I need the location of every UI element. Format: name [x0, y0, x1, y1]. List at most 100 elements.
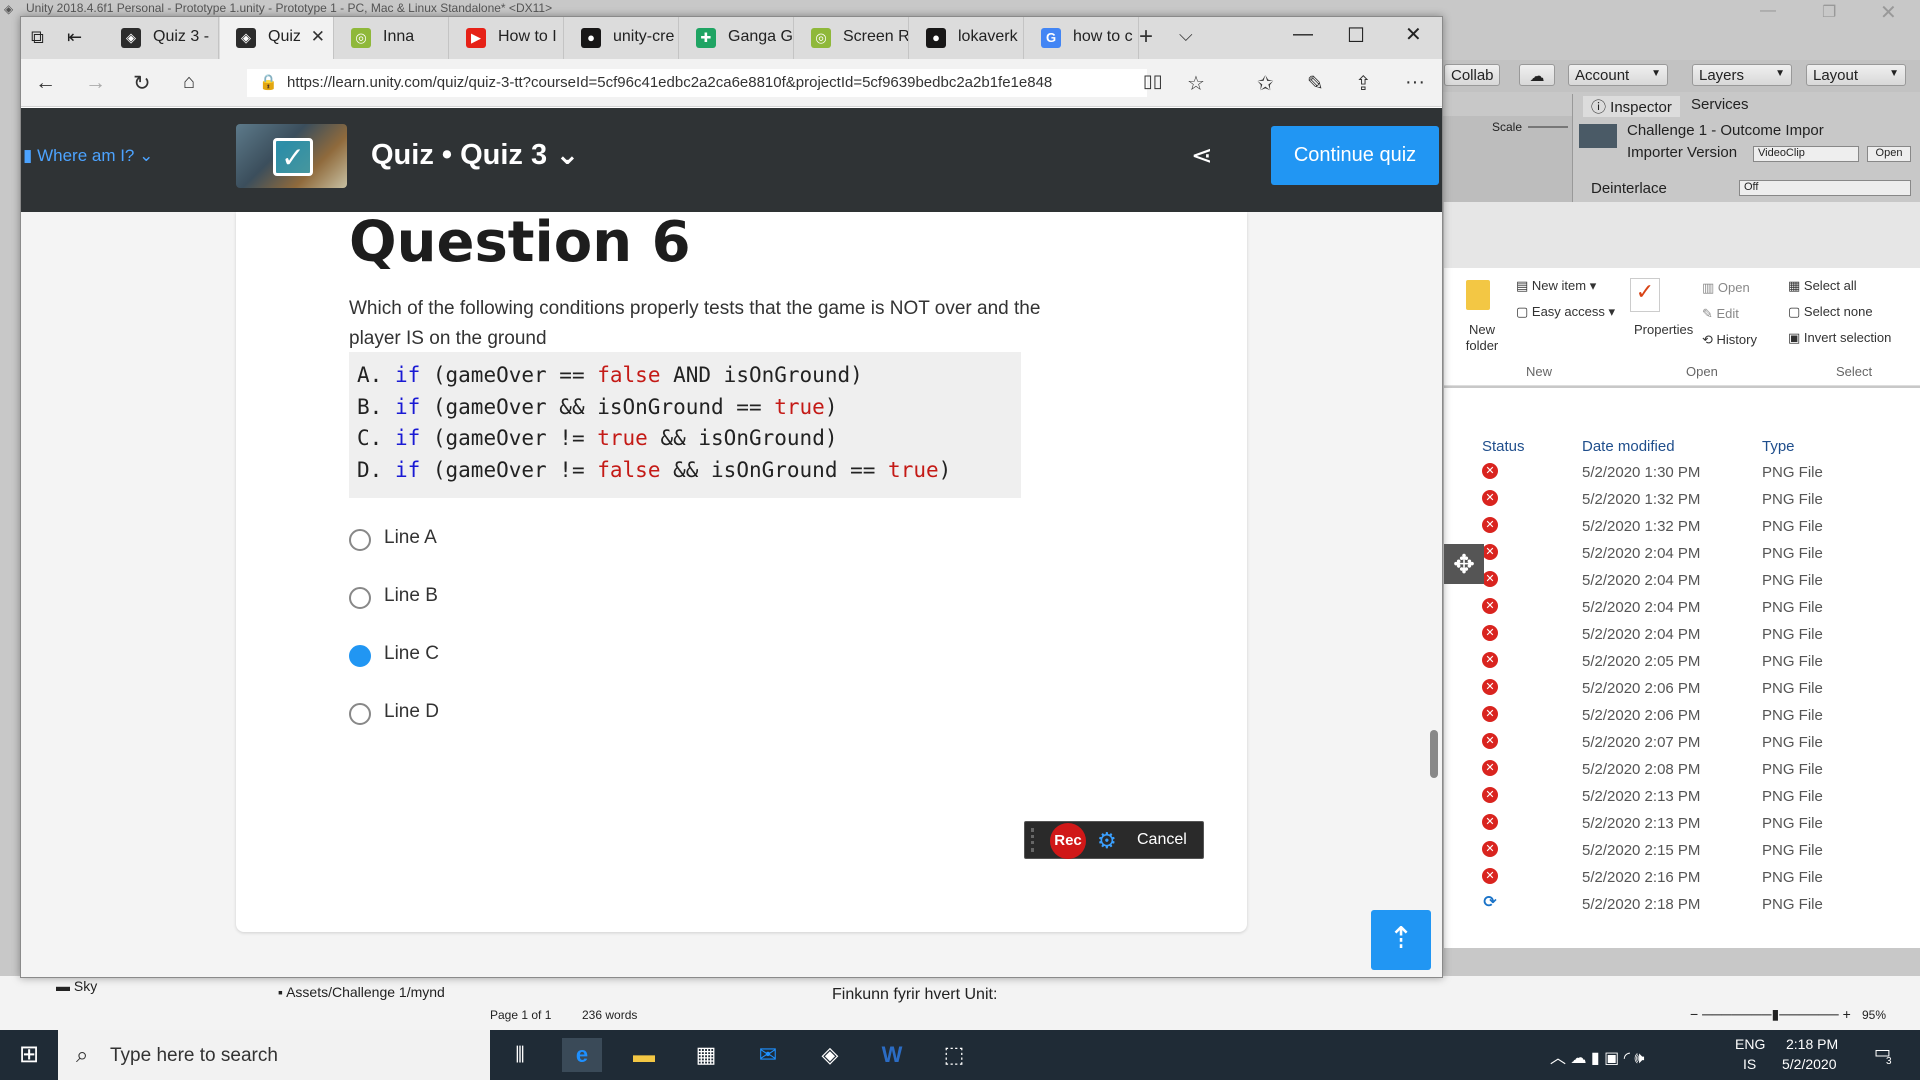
- word-word-count[interactable]: 236 words: [582, 1008, 637, 1022]
- radio-button[interactable]: [349, 645, 371, 667]
- column-type[interactable]: Type: [1762, 438, 1795, 455]
- snip-taskbar-icon[interactable]: ⬚: [934, 1038, 974, 1072]
- new-item-button[interactable]: ▤ New item ▾: [1516, 278, 1596, 294]
- properties-button[interactable]: Properties: [1634, 322, 1693, 337]
- file-row[interactable]: ✕ 5/2/2020 1:30 PM PNG File: [1444, 460, 1920, 487]
- layout-dropdown[interactable]: Layout ▼: [1806, 64, 1906, 86]
- file-row[interactable]: ⟳ 5/2/2020 2:18 PM PNG File: [1444, 892, 1920, 919]
- unity-minimize-button[interactable]: —: [1760, 2, 1776, 20]
- inspector-tab[interactable]: ⓘ Inspector: [1583, 96, 1680, 117]
- browser-tab-2[interactable]: ◎ Inna: [335, 17, 449, 59]
- gear-icon[interactable]: ⚙: [1097, 828, 1117, 854]
- easy-access-button[interactable]: ▢ Easy access ▾: [1516, 304, 1615, 320]
- browser-tab-5[interactable]: ✚ Ganga G: [680, 17, 794, 59]
- invert-selection-button[interactable]: ▣ Invert selection: [1788, 330, 1891, 346]
- browser-tab-4[interactable]: ● unity-cre: [565, 17, 679, 59]
- browser-tab-0[interactable]: ◈ Quiz 3 -: [105, 17, 219, 59]
- tab-close-icon[interactable]: ✕: [311, 27, 325, 47]
- drag-handle-icon[interactable]: [1031, 828, 1041, 852]
- more-menu-icon[interactable]: ···: [1405, 71, 1425, 94]
- browser-tab-6[interactable]: ◎ Screen R: [795, 17, 909, 59]
- maximize-button[interactable]: ☐: [1347, 23, 1365, 48]
- minimize-button[interactable]: —: [1293, 23, 1313, 46]
- browser-tab-7[interactable]: ● lokaverk: [910, 17, 1024, 59]
- importer-version-dropdown[interactable]: VideoClip: [1753, 146, 1859, 162]
- file-row[interactable]: ✕ 5/2/2020 2:06 PM PNG File: [1444, 703, 1920, 730]
- tab-actions-icon[interactable]: ⧉: [31, 27, 44, 48]
- favorites-hub-icon[interactable]: ✩: [1257, 71, 1274, 96]
- file-row[interactable]: ✕ 5/2/2020 2:07 PM PNG File: [1444, 730, 1920, 757]
- file-row[interactable]: ✕ 5/2/2020 2:13 PM PNG File: [1444, 811, 1920, 838]
- where-am-i-menu[interactable]: ▮ Where am I? ⌄: [23, 146, 153, 166]
- file-row[interactable]: ✕ 5/2/2020 2:08 PM PNG File: [1444, 757, 1920, 784]
- home-icon[interactable]: ⌂: [183, 71, 195, 94]
- set-aside-tabs-icon[interactable]: ⇤: [67, 27, 82, 48]
- share-page-icon[interactable]: ⇪: [1355, 71, 1372, 96]
- radio-button[interactable]: [349, 703, 371, 725]
- word-taskbar-icon[interactable]: W: [872, 1038, 912, 1072]
- file-explorer-taskbar-icon[interactable]: ▬: [624, 1038, 664, 1072]
- page-scrollbar[interactable]: [1430, 730, 1438, 778]
- unity-restore-button[interactable]: ❐: [1822, 2, 1836, 22]
- taskbar-search-input[interactable]: ⌕ Type here to search: [58, 1030, 490, 1080]
- layers-dropdown[interactable]: Layers ▼: [1692, 64, 1792, 86]
- radio-button[interactable]: [349, 587, 371, 609]
- quiz-title[interactable]: Quiz • Quiz 3 ⌄: [371, 137, 580, 172]
- file-row[interactable]: ✕ 5/2/2020 2:05 PM PNG File: [1444, 649, 1920, 676]
- refresh-icon[interactable]: ↻: [133, 71, 151, 96]
- word-page-count[interactable]: Page 1 of 1: [490, 1008, 551, 1022]
- file-row[interactable]: ✕ 5/2/2020 2:06 PM PNG File: [1444, 676, 1920, 703]
- tab-preview-chevron-icon[interactable]: ⌵: [1179, 25, 1193, 46]
- browser-tab-1[interactable]: ◈ Quiz ✕: [220, 17, 334, 59]
- unity-taskbar-icon[interactable]: ◈: [810, 1038, 850, 1072]
- file-row[interactable]: ✕ 5/2/2020 2:16 PM PNG File: [1444, 865, 1920, 892]
- deinterlace-dropdown[interactable]: Off: [1739, 180, 1911, 196]
- browser-tab-8[interactable]: Ghow to c: [1025, 17, 1139, 59]
- share-icon[interactable]: ⋖: [1191, 140, 1213, 171]
- account-dropdown[interactable]: Account ▼: [1568, 64, 1668, 86]
- file-row[interactable]: ✕ 5/2/2020 2:04 PM PNG File: [1444, 541, 1920, 568]
- address-input[interactable]: 🔒 https://learn.unity.com/quiz/quiz-3-tt…: [247, 69, 1147, 97]
- file-row[interactable]: ✕ 5/2/2020 2:15 PM PNG File: [1444, 838, 1920, 865]
- edit-button[interactable]: ✎ Edit: [1702, 306, 1739, 322]
- column-date-modified[interactable]: Date modified: [1582, 438, 1675, 455]
- mail-taskbar-icon[interactable]: ✉: [748, 1038, 788, 1072]
- cancel-button[interactable]: Cancel: [1137, 831, 1187, 849]
- back-arrow-icon[interactable]: ←: [35, 71, 56, 95]
- close-button[interactable]: ✕: [1405, 22, 1422, 47]
- new-tab-button[interactable]: +: [1139, 23, 1153, 51]
- file-row[interactable]: ✕ 5/2/2020 2:04 PM PNG File: [1444, 595, 1920, 622]
- unity-close-button[interactable]: ✕: [1880, 0, 1897, 25]
- forward-arrow-icon[interactable]: →: [85, 71, 106, 95]
- language-indicator[interactable]: ENG: [1735, 1036, 1765, 1052]
- column-status[interactable]: Status: [1482, 438, 1525, 455]
- favorite-star-icon[interactable]: ☆: [1187, 71, 1205, 96]
- scroll-to-top-button[interactable]: ⇡: [1371, 910, 1431, 970]
- file-row[interactable]: ✕ 5/2/2020 2:04 PM PNG File: [1444, 622, 1920, 649]
- open-button[interactable]: Open: [1867, 146, 1911, 162]
- collab-dropdown[interactable]: Collab: [1444, 64, 1500, 86]
- zoom-slider[interactable]: − ───────▮────── +: [1690, 1006, 1851, 1023]
- reading-view-icon[interactable]: ▯▯: [1143, 71, 1163, 92]
- browser-tab-3[interactable]: ▶ How to I: [450, 17, 564, 59]
- edge-taskbar-icon[interactable]: e: [562, 1038, 602, 1072]
- file-row[interactable]: ✕ 5/2/2020 2:04 PM PNG File: [1444, 568, 1920, 595]
- cloud-button[interactable]: ☁: [1519, 64, 1555, 86]
- continue-quiz-button[interactable]: Continue quiz: [1271, 126, 1439, 185]
- file-row[interactable]: ✕ 5/2/2020 2:13 PM PNG File: [1444, 784, 1920, 811]
- services-tab[interactable]: Services: [1691, 96, 1749, 113]
- zoom-level[interactable]: 95%: [1862, 1008, 1886, 1022]
- clock-time[interactable]: 2:18 PM: [1786, 1036, 1838, 1052]
- hierarchy-sky[interactable]: ▬ Sky: [56, 978, 97, 994]
- clock-date[interactable]: 5/2/2020: [1782, 1056, 1837, 1072]
- select-none-button[interactable]: ▢ Select none: [1788, 304, 1873, 320]
- new-folder-button[interactable]: New folder: [1464, 322, 1500, 354]
- select-all-button[interactable]: ▦ Select all: [1788, 278, 1857, 294]
- start-button[interactable]: ⊞: [0, 1030, 58, 1080]
- tray-icons[interactable]: ︿ ☁ ▮ ▣ ◜ 🕪: [1550, 1044, 1644, 1068]
- rec-button[interactable]: Rec: [1050, 823, 1086, 859]
- radio-button[interactable]: [349, 529, 371, 551]
- scale-slider[interactable]: [1528, 126, 1568, 128]
- store-taskbar-icon[interactable]: ▦: [686, 1038, 726, 1072]
- history-button[interactable]: ⟲ History: [1702, 332, 1757, 348]
